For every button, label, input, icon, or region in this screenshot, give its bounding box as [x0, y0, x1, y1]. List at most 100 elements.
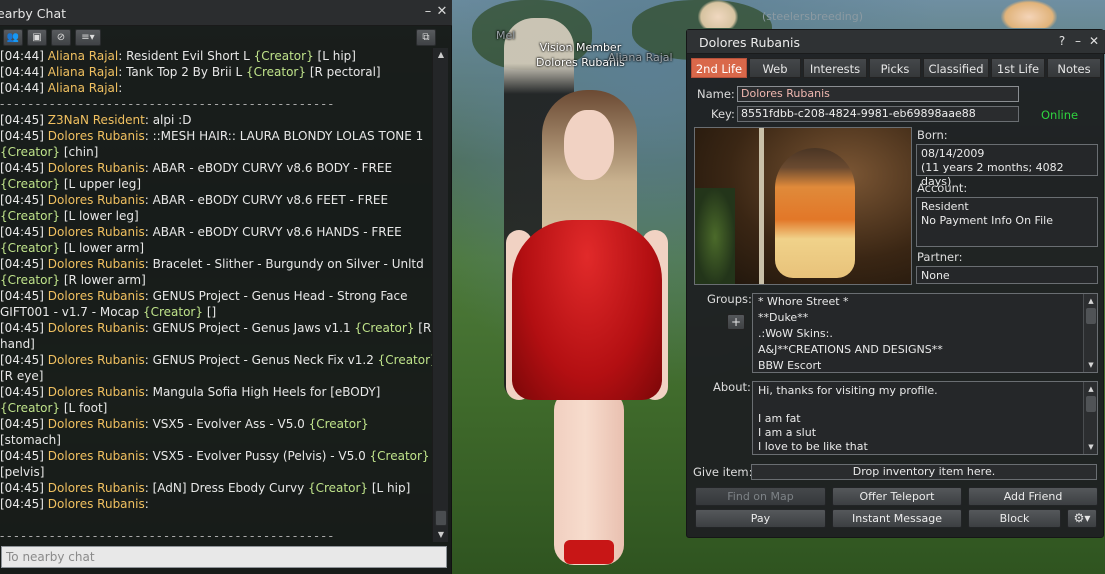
- profile-titlebar[interactable]: Dolores Rubanis ? – ✕: [687, 30, 1105, 54]
- people-icon[interactable]: 👥: [3, 29, 23, 46]
- chat-line: [04:45] Dolores Rubanis: ABAR - eBODY CU…: [0, 224, 432, 240]
- tab-picks[interactable]: Picks: [869, 58, 921, 78]
- block-button[interactable]: Block: [968, 509, 1061, 528]
- chat-line: [pelvis]: [0, 464, 432, 480]
- drop-inventory-target[interactable]: Drop inventory item here.: [751, 464, 1097, 480]
- name-field[interactable]: Dolores Rubanis: [737, 86, 1019, 102]
- options-menu-icon[interactable]: ≡▾: [75, 29, 101, 46]
- group-item[interactable]: .:WoW Skins:.: [753, 326, 1097, 342]
- instant-message-button[interactable]: Instant Message: [832, 509, 962, 528]
- chat-bubble-icon[interactable]: ▣: [27, 29, 47, 46]
- scroll-up-icon[interactable]: ▲: [1086, 296, 1096, 306]
- tab-web[interactable]: Web: [749, 58, 801, 78]
- tab-2nd-life[interactable]: 2nd Life: [691, 58, 747, 78]
- chat-sender-name[interactable]: Aliana Rajal: [48, 65, 118, 79]
- scroll-down-icon[interactable]: ▼: [1086, 360, 1096, 370]
- nearby-chat-input[interactable]: To nearby chat: [1, 546, 447, 568]
- chat-message: [stomach]: [0, 433, 61, 447]
- creator-link[interactable]: {Creator}: [0, 241, 60, 255]
- gear-icon[interactable]: ⚙▾: [1067, 509, 1097, 528]
- group-item[interactable]: BBW Escort: [753, 358, 1097, 372]
- creator-link[interactable]: {Creator}: [370, 449, 430, 463]
- group-item[interactable]: A&J**CREATIONS AND DESIGNS**: [753, 342, 1097, 358]
- pay-button[interactable]: Pay: [695, 509, 826, 528]
- chat-sender-name[interactable]: Dolores Rubanis: [48, 449, 145, 463]
- creator-link[interactable]: {Creator}: [0, 145, 60, 159]
- block-icon[interactable]: ⊘: [51, 29, 71, 46]
- chat-line: [04:45] Dolores Rubanis: VSX5 - Evolver …: [0, 416, 432, 432]
- chat-sender-name[interactable]: Dolores Rubanis: [48, 129, 145, 143]
- about-scrollbar[interactable]: ▲ ▼: [1083, 382, 1097, 454]
- add-friend-button[interactable]: Add Friend: [968, 487, 1098, 506]
- find-on-map-button[interactable]: Find on Map: [695, 487, 826, 506]
- close-button[interactable]: ✕: [434, 4, 450, 20]
- help-button[interactable]: ?: [1055, 33, 1069, 49]
- about-line: Hi, thanks for visiting my profile.: [758, 384, 938, 397]
- creator-link[interactable]: {Creator}: [143, 305, 203, 319]
- minimize-button[interactable]: –: [1071, 33, 1085, 49]
- chat-log[interactable]: [04:44] Aliana Rajal: Resident Evil Shor…: [0, 48, 432, 542]
- tab-1st-life[interactable]: 1st Life: [991, 58, 1045, 78]
- born-date: 08/14/2009: [921, 147, 985, 160]
- creator-link[interactable]: {Creator}: [0, 209, 60, 223]
- about-line: I love to be like that: [758, 440, 868, 453]
- chat-sender-name[interactable]: Dolores Rubanis: [48, 353, 145, 367]
- scroll-thumb[interactable]: [435, 510, 447, 526]
- chat-sender-name[interactable]: Dolores Rubanis: [48, 257, 145, 271]
- scroll-down-icon[interactable]: ▼: [1086, 442, 1096, 452]
- chat-message: : ABAR - eBODY CURVY v8.6 BODY - FREE: [144, 161, 393, 175]
- key-field[interactable]: 8551fdbb-c208-4824-9981-eb69898aae88: [737, 106, 1019, 122]
- tear-off-icon[interactable]: ⧉: [416, 29, 436, 46]
- chat-scrollbar[interactable]: ▲ ▼: [432, 48, 448, 542]
- tab-notes[interactable]: Notes: [1047, 58, 1101, 78]
- scroll-thumb[interactable]: [1086, 396, 1096, 412]
- chat-sender-name[interactable]: Aliana Rajal: [48, 81, 118, 95]
- chat-line: [04:45] Dolores Rubanis:: [0, 496, 432, 512]
- about-text[interactable]: Hi, thanks for visiting my profile. I am…: [752, 381, 1098, 455]
- groups-list[interactable]: * Whore Street * **Duke** .:WoW Skins:. …: [752, 293, 1098, 373]
- scroll-thumb[interactable]: [1086, 308, 1096, 324]
- chat-sender-name[interactable]: Dolores Rubanis: [48, 225, 145, 239]
- scroll-up-icon[interactable]: ▲: [435, 50, 447, 60]
- chat-sender-name[interactable]: Dolores Rubanis: [48, 161, 145, 175]
- main-avatar[interactable]: [502, 90, 672, 570]
- creator-link[interactable]: {Creator}: [246, 65, 306, 79]
- chat-sender-name[interactable]: Dolores Rubanis: [48, 289, 145, 303]
- profile-picture[interactable]: [694, 127, 912, 285]
- background-name-tag: (steelersbreeding): [762, 10, 864, 23]
- chat-titlebar[interactable]: earby Chat – ✕: [0, 0, 452, 26]
- creator-link[interactable]: {Creator}: [254, 49, 314, 63]
- creator-link[interactable]: {Creator}: [378, 353, 432, 367]
- creator-link[interactable]: {Creator}: [0, 177, 60, 191]
- chat-message: : GENUS Project - Genus Jaws v1.1: [144, 321, 355, 335]
- chat-sender-name[interactable]: Dolores Rubanis: [48, 417, 145, 431]
- chat-sender-name[interactable]: Dolores Rubanis: [48, 497, 145, 511]
- chat-line: {Creator} [R lower arm]: [0, 272, 432, 288]
- account-type: Resident: [921, 200, 969, 213]
- chat-sender-name[interactable]: Dolores Rubanis: [48, 321, 145, 335]
- scroll-up-icon[interactable]: ▲: [1086, 384, 1096, 394]
- close-button[interactable]: ✕: [1087, 33, 1101, 49]
- chat-sender-name[interactable]: Dolores Rubanis: [48, 385, 145, 399]
- chat-sender-name[interactable]: Dolores Rubanis: [48, 193, 145, 207]
- chat-line: [04:44] Aliana Rajal:: [0, 80, 432, 96]
- group-item[interactable]: **Duke**: [753, 310, 1097, 326]
- offer-teleport-button[interactable]: Offer Teleport: [832, 487, 962, 506]
- chat-sender-name[interactable]: Z3NaN Resident: [48, 113, 145, 127]
- creator-link[interactable]: {Creator}: [0, 273, 60, 287]
- groups-scrollbar[interactable]: ▲ ▼: [1083, 294, 1097, 372]
- chat-sender-name[interactable]: Dolores Rubanis: [48, 481, 145, 495]
- chat-line: [04:45] Dolores Rubanis: GENUS Project -…: [0, 320, 432, 336]
- group-item[interactable]: * Whore Street *: [753, 294, 1097, 310]
- chat-sender-name[interactable]: Aliana Rajal: [48, 49, 118, 63]
- about-line: I am fat: [758, 412, 801, 425]
- add-group-button[interactable]: +: [727, 314, 745, 330]
- creator-link[interactable]: {Creator}: [309, 417, 369, 431]
- background-name-tag: Aliana Rajal: [608, 51, 673, 64]
- tab-classified[interactable]: Classified: [923, 58, 989, 78]
- scroll-down-icon[interactable]: ▼: [435, 530, 447, 540]
- creator-link[interactable]: {Creator}: [0, 401, 60, 415]
- creator-link[interactable]: {Creator}: [308, 481, 368, 495]
- creator-link[interactable]: {Creator}: [354, 321, 414, 335]
- tab-interests[interactable]: Interests: [803, 58, 867, 78]
